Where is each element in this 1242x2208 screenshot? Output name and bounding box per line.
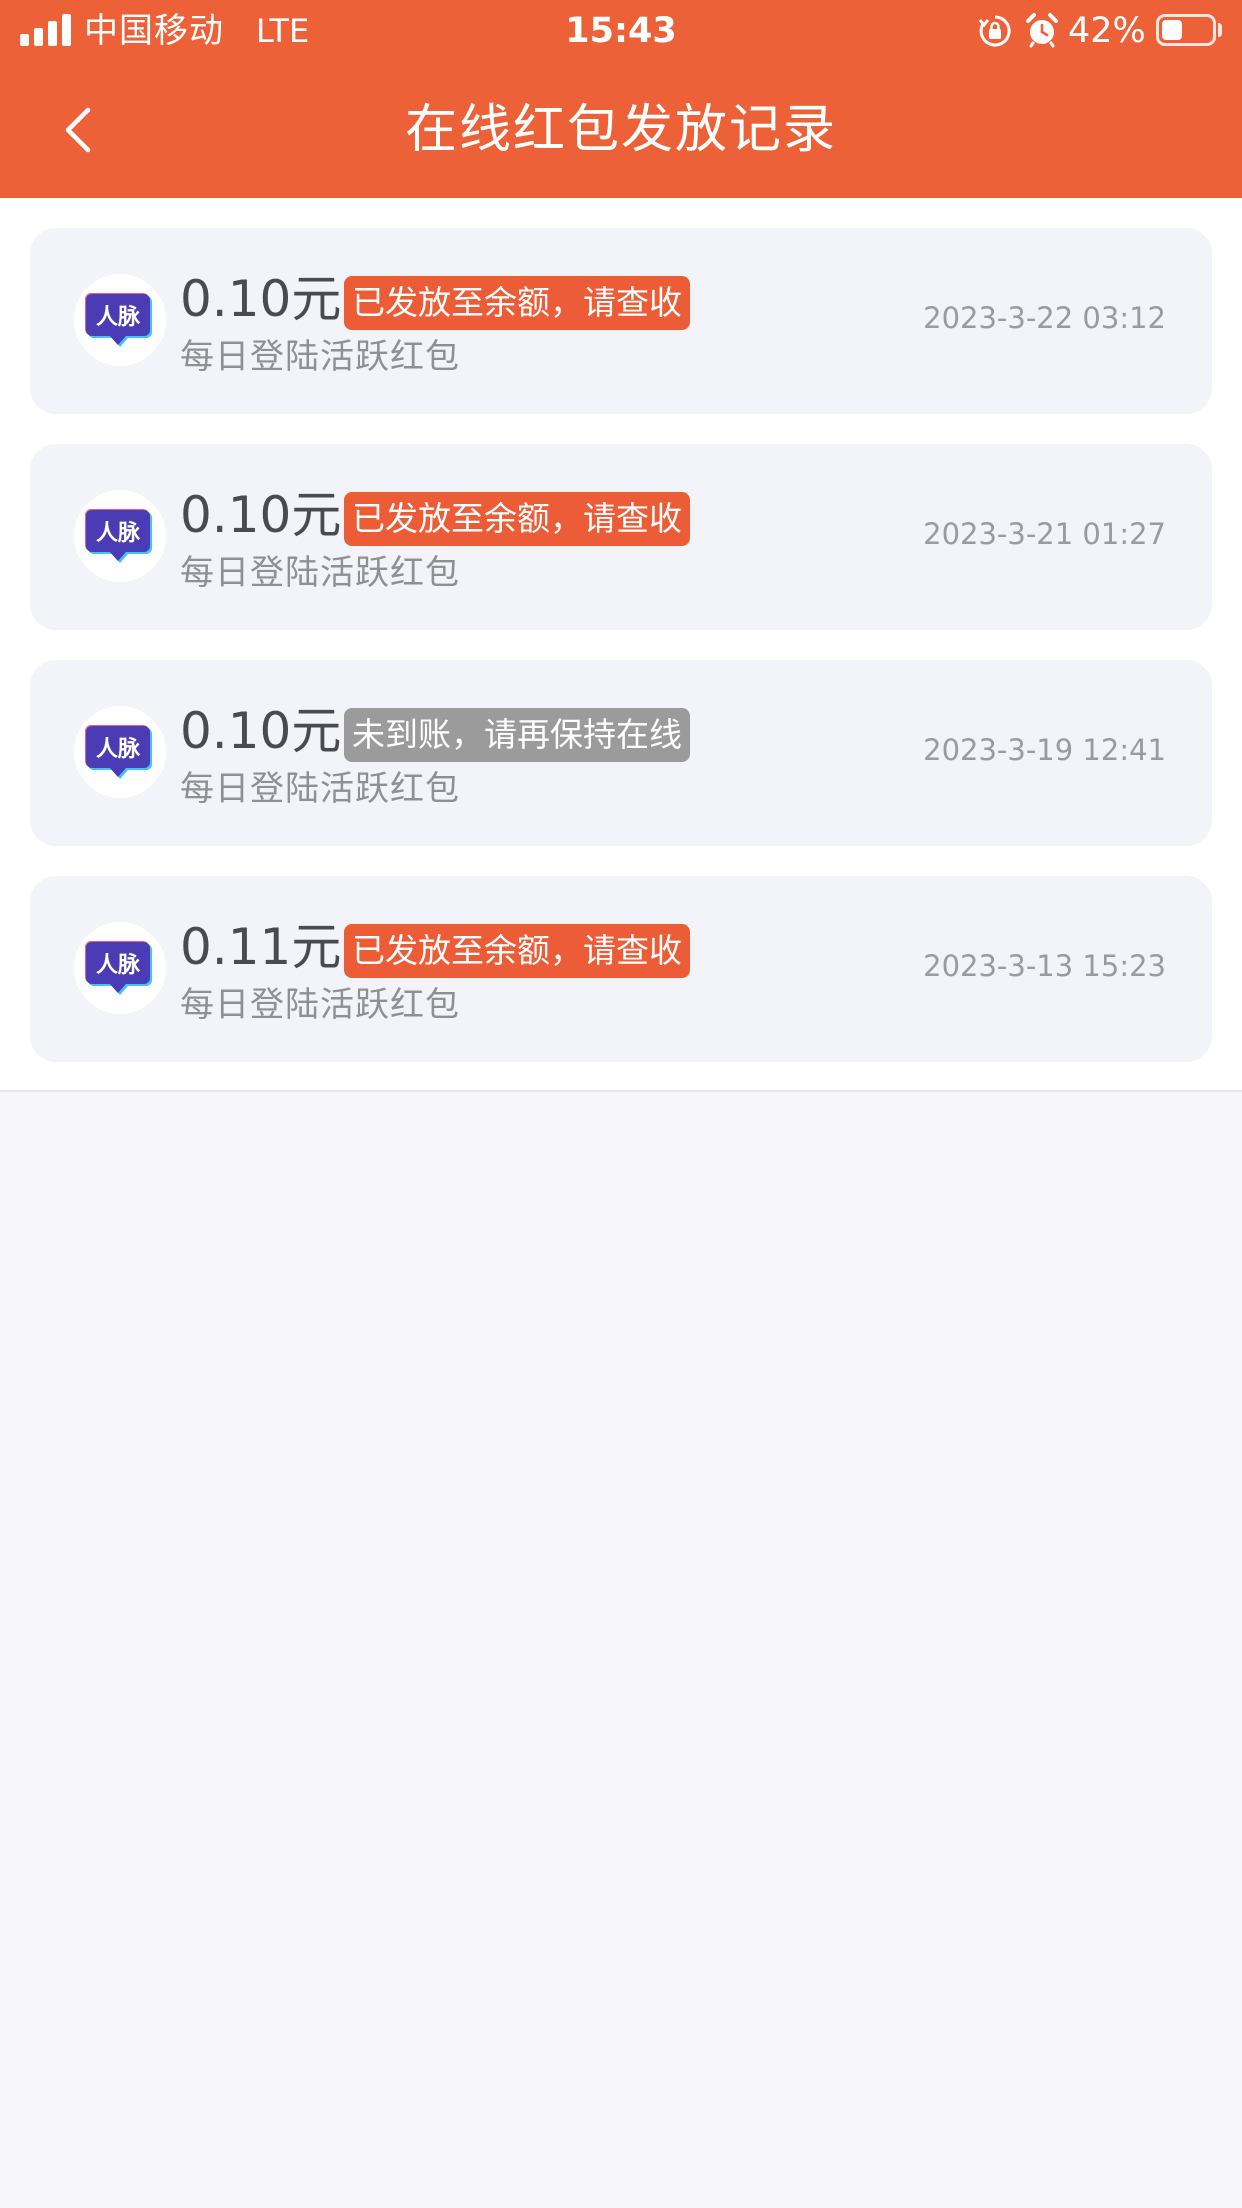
battery-icon bbox=[1156, 14, 1216, 46]
status-badge: 已发放至余额，请查收 bbox=[344, 924, 690, 978]
record-datetime: 2023-3-22 03:12 bbox=[923, 301, 1166, 335]
svg-text:人脉: 人脉 bbox=[96, 737, 141, 762]
chevron-left-icon bbox=[65, 107, 91, 153]
record-amount: 0.10元 bbox=[180, 486, 342, 544]
record-datetime: 2023-3-21 01:27 bbox=[923, 517, 1166, 551]
rotation-lock-icon bbox=[978, 14, 1012, 48]
app-logo-avatar: 人脉 bbox=[74, 922, 166, 1014]
record-card[interactable]: 人脉 0.10元 未到账，请再保持在线 每日登陆活跃红包 2023-3-19 1… bbox=[30, 660, 1212, 846]
status-bar: 中国移动 LTE 15:43 42% bbox=[0, 0, 1242, 62]
app-logo-avatar: 人脉 bbox=[74, 706, 166, 798]
record-datetime: 2023-3-19 12:41 bbox=[923, 733, 1166, 767]
battery-cap bbox=[1218, 23, 1222, 37]
svg-text:人脉: 人脉 bbox=[96, 953, 141, 978]
page-title: 在线红包发放记录 bbox=[404, 100, 837, 160]
record-datetime: 2023-3-13 15:23 bbox=[923, 949, 1166, 983]
record-amount: 0.10元 bbox=[180, 270, 342, 328]
status-badge: 已发放至余额，请查收 bbox=[344, 276, 690, 330]
app-logo-avatar: 人脉 bbox=[74, 274, 166, 366]
status-badge: 未到账，请再保持在线 bbox=[344, 708, 690, 762]
record-description: 每日登陆活跃红包 bbox=[180, 769, 460, 809]
record-description: 每日登陆活跃红包 bbox=[180, 985, 460, 1025]
back-button[interactable] bbox=[40, 90, 120, 170]
app-logo-avatar: 人脉 bbox=[74, 490, 166, 582]
alarm-icon bbox=[1024, 12, 1060, 48]
record-amount: 0.10元 bbox=[180, 702, 342, 760]
svg-text:人脉: 人脉 bbox=[96, 521, 141, 546]
record-description: 每日登陆活跃红包 bbox=[180, 553, 460, 593]
record-card[interactable]: 人脉 0.11元 已发放至余额，请查收 每日登陆活跃红包 2023-3-13 1… bbox=[30, 876, 1212, 1062]
record-amount: 0.11元 bbox=[180, 918, 342, 976]
record-card[interactable]: 人脉 0.10元 已发放至余额，请查收 每日登陆活跃红包 2023-3-21 0… bbox=[30, 444, 1212, 630]
battery-percent: 42% bbox=[1068, 11, 1146, 51]
header: 中国移动 LTE 15:43 42% 在线红包发放记录 bbox=[0, 0, 1242, 198]
record-list: 人脉 0.10元 已发放至余额，请查收 每日登陆活跃红包 2023-3-22 0… bbox=[0, 198, 1242, 1092]
record-card[interactable]: 人脉 0.10元 已发放至余额，请查收 每日登陆活跃红包 2023-3-22 0… bbox=[30, 228, 1212, 414]
nav-bar: 在线红包发放记录 bbox=[0, 62, 1242, 198]
status-badge: 已发放至余额，请查收 bbox=[344, 492, 690, 546]
svg-text:人脉: 人脉 bbox=[96, 305, 141, 330]
record-description: 每日登陆活跃红包 bbox=[180, 337, 460, 377]
